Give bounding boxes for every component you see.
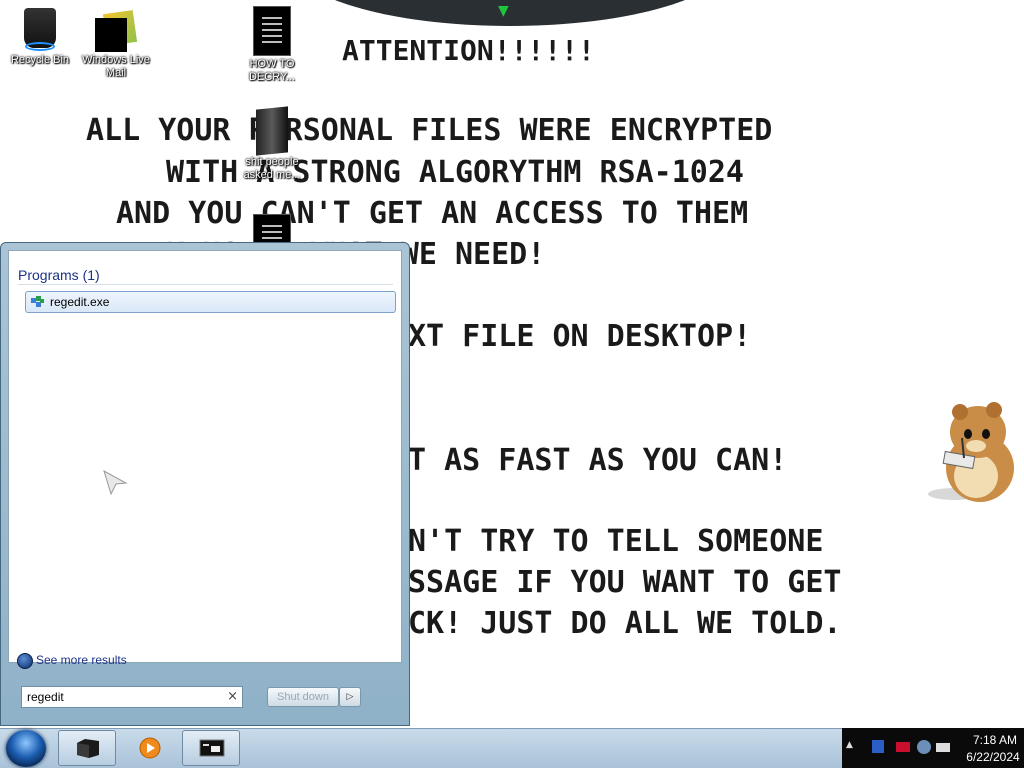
search-result-regedit[interactable]: regedit.exe — [25, 291, 396, 313]
desktop-icon-folder[interactable]: shit people asked me... — [232, 106, 312, 182]
ransom-line: SSAGE IF YOU WANT TO GET — [408, 565, 842, 600]
divider — [18, 284, 393, 285]
ransom-line: CK! JUST DO ALL WE TOLD. — [408, 606, 842, 641]
desktop-icon-label: HOW TO DECRY... — [248, 58, 296, 83]
search-result-label: regedit.exe — [50, 295, 110, 309]
mouse-cursor-icon — [103, 469, 128, 496]
search-results-pane: Programs (1) regedit.exe See more result… — [8, 250, 402, 669]
ransom-line: T AS FAST AS YOU CAN! — [408, 443, 788, 478]
search-globe-icon — [17, 653, 33, 669]
shutdown-button[interactable]: Shut down — [267, 687, 339, 707]
ransom-line: N'T TRY TO TELL SOMEONE — [408, 524, 824, 559]
see-more-label: See more results — [36, 653, 127, 667]
top-notch-decoration: ▼ — [290, 0, 730, 26]
start-menu: Programs (1) regedit.exe See more result… — [0, 242, 410, 726]
chevron-down-icon: ▼ — [498, 3, 509, 19]
tray-icons[interactable] — [866, 738, 956, 756]
hamster-icon — [928, 402, 1014, 502]
text-document-icon — [253, 6, 291, 56]
ransom-line: ALL YOUR PERSONAL FILES WERE ENCRYPTED — [86, 113, 773, 148]
cmd-icon — [199, 739, 225, 757]
taskbar-button-media-player[interactable] — [120, 730, 178, 766]
clear-search-icon[interactable]: × — [227, 689, 238, 704]
regedit-icon — [31, 296, 44, 307]
programs-header: Programs (1) — [18, 267, 100, 283]
ransom-line: XT FILE ON DESKTOP! — [408, 319, 752, 354]
taskbar-button-command-prompt[interactable] — [182, 730, 240, 766]
desktop-icon-label: Recycle Bin — [10, 54, 70, 66]
start-button[interactable] — [6, 730, 46, 767]
clock-time[interactable]: 7:18 AM — [970, 733, 1020, 747]
mail-icon — [93, 6, 139, 52]
ransom-title: ATTENTION!!!!!! — [342, 34, 595, 67]
desktop-icon-windows-live-mail[interactable]: Windows Live Mail — [76, 6, 156, 80]
show-hidden-icons-arrow[interactable]: ▲ — [846, 740, 853, 750]
shutdown-options-arrow-icon[interactable]: ▷ — [339, 687, 361, 707]
start-search-box[interactable]: × — [21, 686, 243, 708]
folder-icon — [256, 106, 288, 156]
ransom-line: AND YOU CAN'T GET AN ACCESS TO THEM — [116, 196, 749, 231]
desktop-icon-label: shit people asked me... — [243, 156, 301, 181]
folder-icon — [77, 739, 99, 758]
desktop-icon-recycle-bin[interactable]: Recycle Bin — [0, 6, 80, 67]
start-search-input[interactable] — [24, 689, 225, 705]
media-player-icon — [139, 737, 161, 759]
desktop-icon-label: Windows Live Mail — [82, 54, 150, 79]
clock-date[interactable]: 6/22/2024 — [962, 750, 1024, 764]
taskbar-button-explorer[interactable] — [58, 730, 116, 766]
recycle-bin-icon — [21, 6, 59, 52]
notification-area: ▲ 7:18 AM 6/22/2024 — [842, 728, 1024, 768]
desktop-icon-how-to-decrypt[interactable]: HOW TO DECRY... — [232, 6, 312, 84]
